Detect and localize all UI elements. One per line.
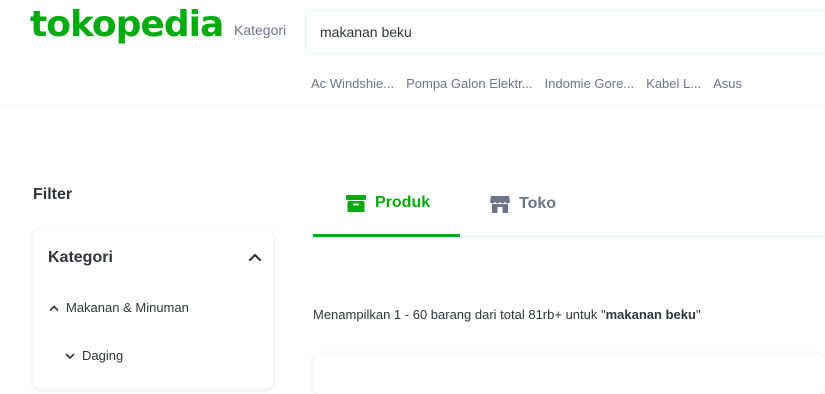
search-input[interactable]: makanan beku (305, 10, 825, 54)
popular-search-item[interactable]: Asus (713, 76, 742, 91)
search-result-summary: Menampilkan 1 - 60 barang dari total 81r… (313, 307, 701, 322)
store-icon (490, 196, 510, 213)
category-label: Makanan & Minuman (66, 300, 189, 315)
popular-search-item[interactable]: Indomie Gore... (545, 76, 635, 91)
category-label: Daging (82, 348, 124, 363)
popular-search-item[interactable]: Ac Windshie... (311, 76, 394, 91)
popular-search-item[interactable]: Kabel L... (646, 76, 701, 91)
chevron-down-icon (65, 353, 75, 359)
tab-toko[interactable]: Toko (489, 172, 556, 236)
tab-produk[interactable]: Produk (313, 172, 460, 237)
kategori-menu-link[interactable]: Kategori (234, 22, 286, 38)
category-item-makanan-minuman[interactable]: Makanan & Minuman (48, 300, 189, 315)
result-suffix: " (695, 307, 701, 322)
result-query: makanan beku (605, 307, 696, 322)
product-list-card (313, 354, 825, 394)
kategori-filter-card: Kategori Makanan & Minuman Daging (33, 229, 273, 389)
filter-title: Filter (33, 186, 73, 203)
kategori-filter-heading[interactable]: Kategori (48, 249, 113, 267)
popular-searches: Ac Windshie... Pompa Galon Elektr... Ind… (311, 76, 742, 91)
product-box-icon (346, 195, 366, 212)
top-header: tokopedia Kategori makanan beku Ac Winds… (0, 0, 825, 104)
tab-produk-label: Produk (375, 194, 431, 211)
tab-toko-label: Toko (519, 195, 557, 212)
chevron-up-icon (49, 305, 59, 311)
result-prefix: Menampilkan 1 - 60 barang dari total 81r… (313, 307, 606, 322)
tokopedia-logo[interactable]: tokopedia (30, 4, 224, 45)
chevron-up-icon[interactable] (247, 249, 263, 265)
search-tabs: Produk Toko (313, 172, 825, 237)
popular-search-item[interactable]: Pompa Galon Elektr... (406, 76, 532, 91)
category-item-daging[interactable]: Daging (64, 348, 123, 363)
